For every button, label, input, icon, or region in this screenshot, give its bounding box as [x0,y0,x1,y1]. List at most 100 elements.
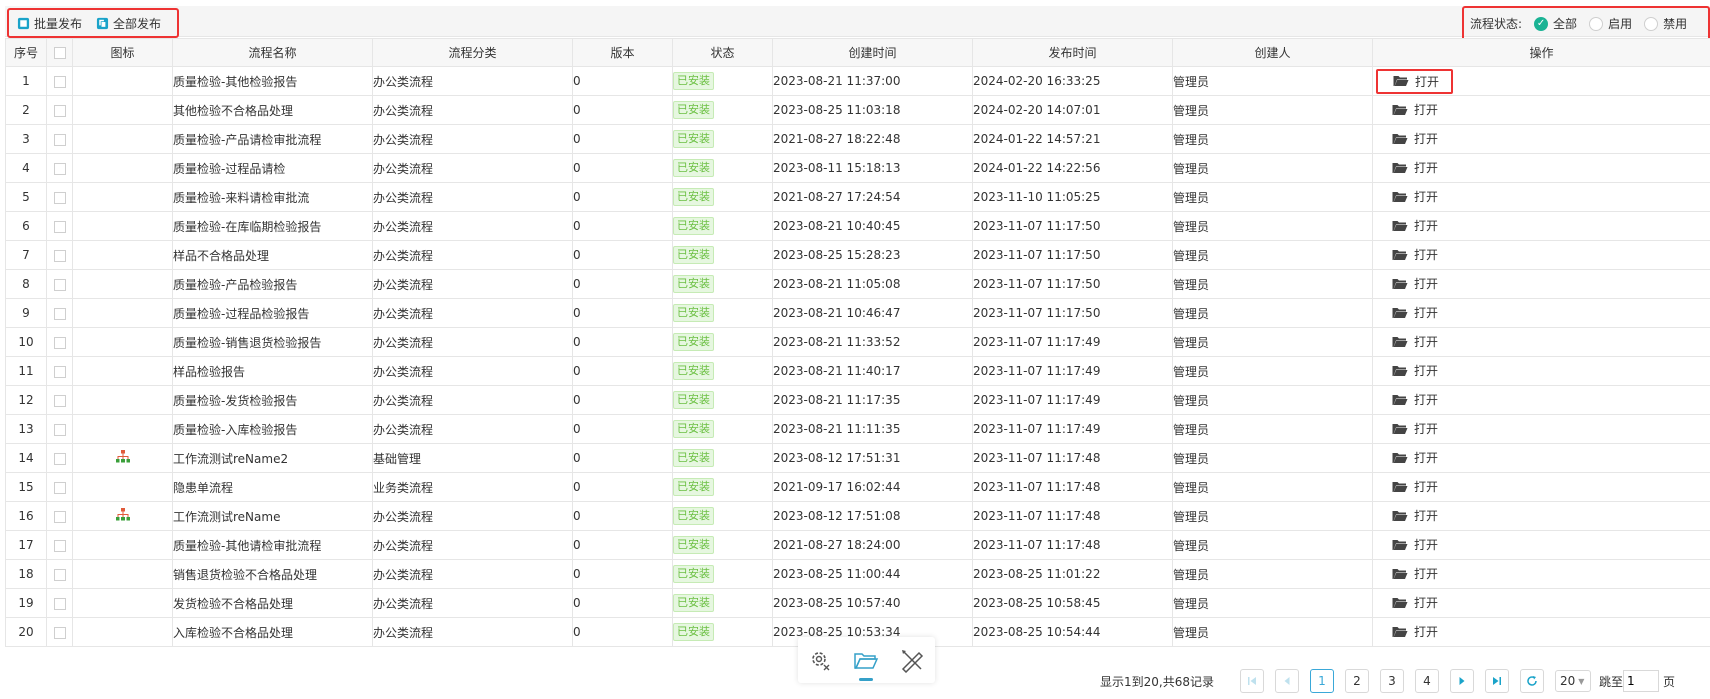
open-button[interactable]: 打开 [1392,507,1438,524]
row-checkbox[interactable] [53,162,66,175]
open-button[interactable]: 打开 [1376,68,1454,94]
prev-page-button[interactable] [1275,669,1299,693]
table-row[interactable]: 10 质量检验-销售退货检验报告 办公类流程 0 已安装 2023-08-21 11:33… [5,327,1710,357]
row-checkbox[interactable] [53,394,66,407]
row-checkbox[interactable] [53,510,66,523]
refresh-button[interactable] [1520,669,1544,693]
row-checkbox[interactable] [53,597,66,610]
open-button[interactable]: 打开 [1392,594,1438,611]
open-button[interactable]: 打开 [1392,275,1438,292]
settings-gear-icon[interactable] [808,647,834,673]
cell-status: 已安装 [672,530,773,560]
open-button[interactable]: 打开 [1392,101,1438,118]
row-checkbox[interactable] [53,539,66,552]
open-button[interactable]: 打开 [1392,159,1438,176]
row-checkbox[interactable] [53,133,66,146]
cell-icon [72,443,173,473]
table-row[interactable]: 2 其他检验不合格品处理 办公类流程 0 已安装 2023-08-25 11:03:18 2… [5,95,1710,125]
row-checkbox[interactable] [53,278,66,291]
cell-seq: 2 [5,95,47,125]
open-button[interactable]: 打开 [1392,188,1438,205]
next-page-button[interactable] [1450,669,1474,693]
table-row[interactable]: 18 销售退货检验不合格品处理 办公类流程 0 已安装 2023-08-25 11:00:… [5,559,1710,589]
cell-creator: 管理员 [1172,240,1373,270]
open-button[interactable]: 打开 [1392,304,1438,321]
open-button[interactable]: 打开 [1392,420,1438,437]
table-row[interactable]: 4 质量检验-过程品请检 办公类流程 0 已安装 2023-08-11 15:18:13 2… [5,153,1710,183]
batch-publish-button[interactable]: 批量发布 [17,15,82,32]
folder-open-icon [1392,539,1408,551]
table-row[interactable]: 3 质量检验-产品请检审批流程 办公类流程 0 已安装 2021-08-27 18:22:… [5,124,1710,154]
row-checkbox[interactable] [53,481,66,494]
table-row[interactable]: 8 质量检验-产品检验报告 办公类流程 0 已安装 2023-08-21 11:05:08… [5,269,1710,299]
select-all-checkbox[interactable] [53,47,66,59]
row-checkbox[interactable] [53,249,66,262]
table-row[interactable]: 12 质量检验-发货检验报告 办公类流程 0 已安装 2023-08-21 11:17:3… [5,385,1710,415]
cell-created: 2021-09-17 16:02:44 [772,472,973,502]
table-row[interactable]: 5 质量检验-来料请检审批流 办公类流程 0 已安装 2021-08-27 17:24:5… [5,182,1710,212]
row-checkbox[interactable] [53,626,66,639]
open-button[interactable]: 打开 [1392,623,1438,640]
open-button[interactable]: 打开 [1392,246,1438,263]
cell-category: 办公类流程 [372,182,573,212]
open-button[interactable]: 打开 [1392,217,1438,234]
row-checkbox[interactable] [53,365,66,378]
folder-open-icon[interactable] [853,647,879,681]
design-tools-icon[interactable] [899,647,925,674]
page-size-select[interactable]: 20 ▼ [1555,670,1591,692]
open-button[interactable]: 打开 [1392,565,1438,582]
table-row[interactable]: 19 发货检验不合格品处理 办公类流程 0 已安装 2023-08-25 10:57:40… [5,588,1710,618]
open-button[interactable]: 打开 [1392,130,1438,147]
table-row[interactable]: 11 样品检验报告 办公类流程 0 已安装 2023-08-21 11:40:17 2023… [5,356,1710,386]
table-row[interactable]: 6 质量检验-在库临期检验报告 办公类流程 0 已安装 2023-08-21 10:40:… [5,211,1710,241]
row-checkbox[interactable] [53,336,66,349]
cell-action: 打开 [1372,95,1710,125]
table-row[interactable]: 13 质量检验-入库检验报告 办公类流程 0 已安装 2023-08-21 11:11:3… [5,414,1710,444]
cell-category: 办公类流程 [372,501,573,531]
open-button-label: 打开 [1414,509,1439,524]
row-checkbox[interactable] [53,191,66,204]
cell-icon [72,472,173,502]
open-button[interactable]: 打开 [1392,536,1438,553]
table-row[interactable]: 7 样品不合格品处理 办公类流程 0 已安装 2023-08-25 15:28:23 202… [5,240,1710,270]
open-button[interactable]: 打开 [1392,333,1438,350]
open-button[interactable]: 打开 [1392,362,1438,379]
cell-name: 质量检验-发货检验报告 [172,385,373,415]
cell-seq: 1 [5,66,47,96]
row-checkbox[interactable] [53,423,66,436]
open-button[interactable]: 打开 [1392,449,1438,466]
table-row[interactable]: 17 质量检验-其他请检审批流程 办公类流程 0 已安装 2021-08-27 18:24… [5,530,1710,560]
jump-page-input[interactable] [1623,670,1660,692]
cell-icon [72,414,173,444]
cell-action: 打开 [1372,240,1710,270]
row-checkbox[interactable] [53,452,66,465]
status-radio-all[interactable]: ✓ 全部 [1534,15,1577,32]
open-button[interactable]: 打开 [1392,391,1438,408]
table-row[interactable]: 16 工作流测试reName 办公类流程 0 已安装 2023-08-12 17:51:0… [5,501,1710,531]
row-checkbox[interactable] [53,220,66,233]
first-page-button[interactable] [1240,669,1264,693]
header-creator: 创建人 [1172,38,1373,67]
open-button[interactable]: 打开 [1392,478,1438,495]
row-checkbox[interactable] [53,75,66,88]
page-button-1[interactable]: 1 [1310,669,1334,693]
cell-action: 打开 [1372,414,1710,444]
table-row[interactable]: 15 隐患单流程 业务类流程 0 已安装 2021-09-17 16:02:44 2023-… [5,472,1710,502]
status-radio-disabled[interactable]: 禁用 [1644,15,1687,32]
cell-version: 0 [572,559,673,589]
table-row[interactable]: 1 质量检验-其他检验报告 办公类流程 0 已安装 2023-08-21 11:37:00… [5,66,1710,96]
page-button-4[interactable]: 4 [1415,669,1439,693]
status-radio-enabled[interactable]: 启用 [1589,15,1632,32]
last-page-button[interactable] [1485,669,1509,693]
cell-name: 工作流测试reName2 [172,443,373,473]
row-checkbox[interactable] [53,307,66,320]
row-checkbox[interactable] [53,104,66,117]
cell-name: 样品不合格品处理 [172,240,373,270]
table-row[interactable]: 9 质量检验-过程品检验报告 办公类流程 0 已安装 2023-08-21 10:46:4… [5,298,1710,328]
page-button-3[interactable]: 3 [1380,669,1404,693]
table-row[interactable]: 14 工作流测试reName2 基础管理 0 已安装 2023-08-12 17:51:3… [5,443,1710,473]
cell-category: 办公类流程 [372,124,573,154]
publish-all-button[interactable]: 全部发布 [96,15,161,32]
page-button-2[interactable]: 2 [1345,669,1369,693]
row-checkbox[interactable] [53,568,66,581]
